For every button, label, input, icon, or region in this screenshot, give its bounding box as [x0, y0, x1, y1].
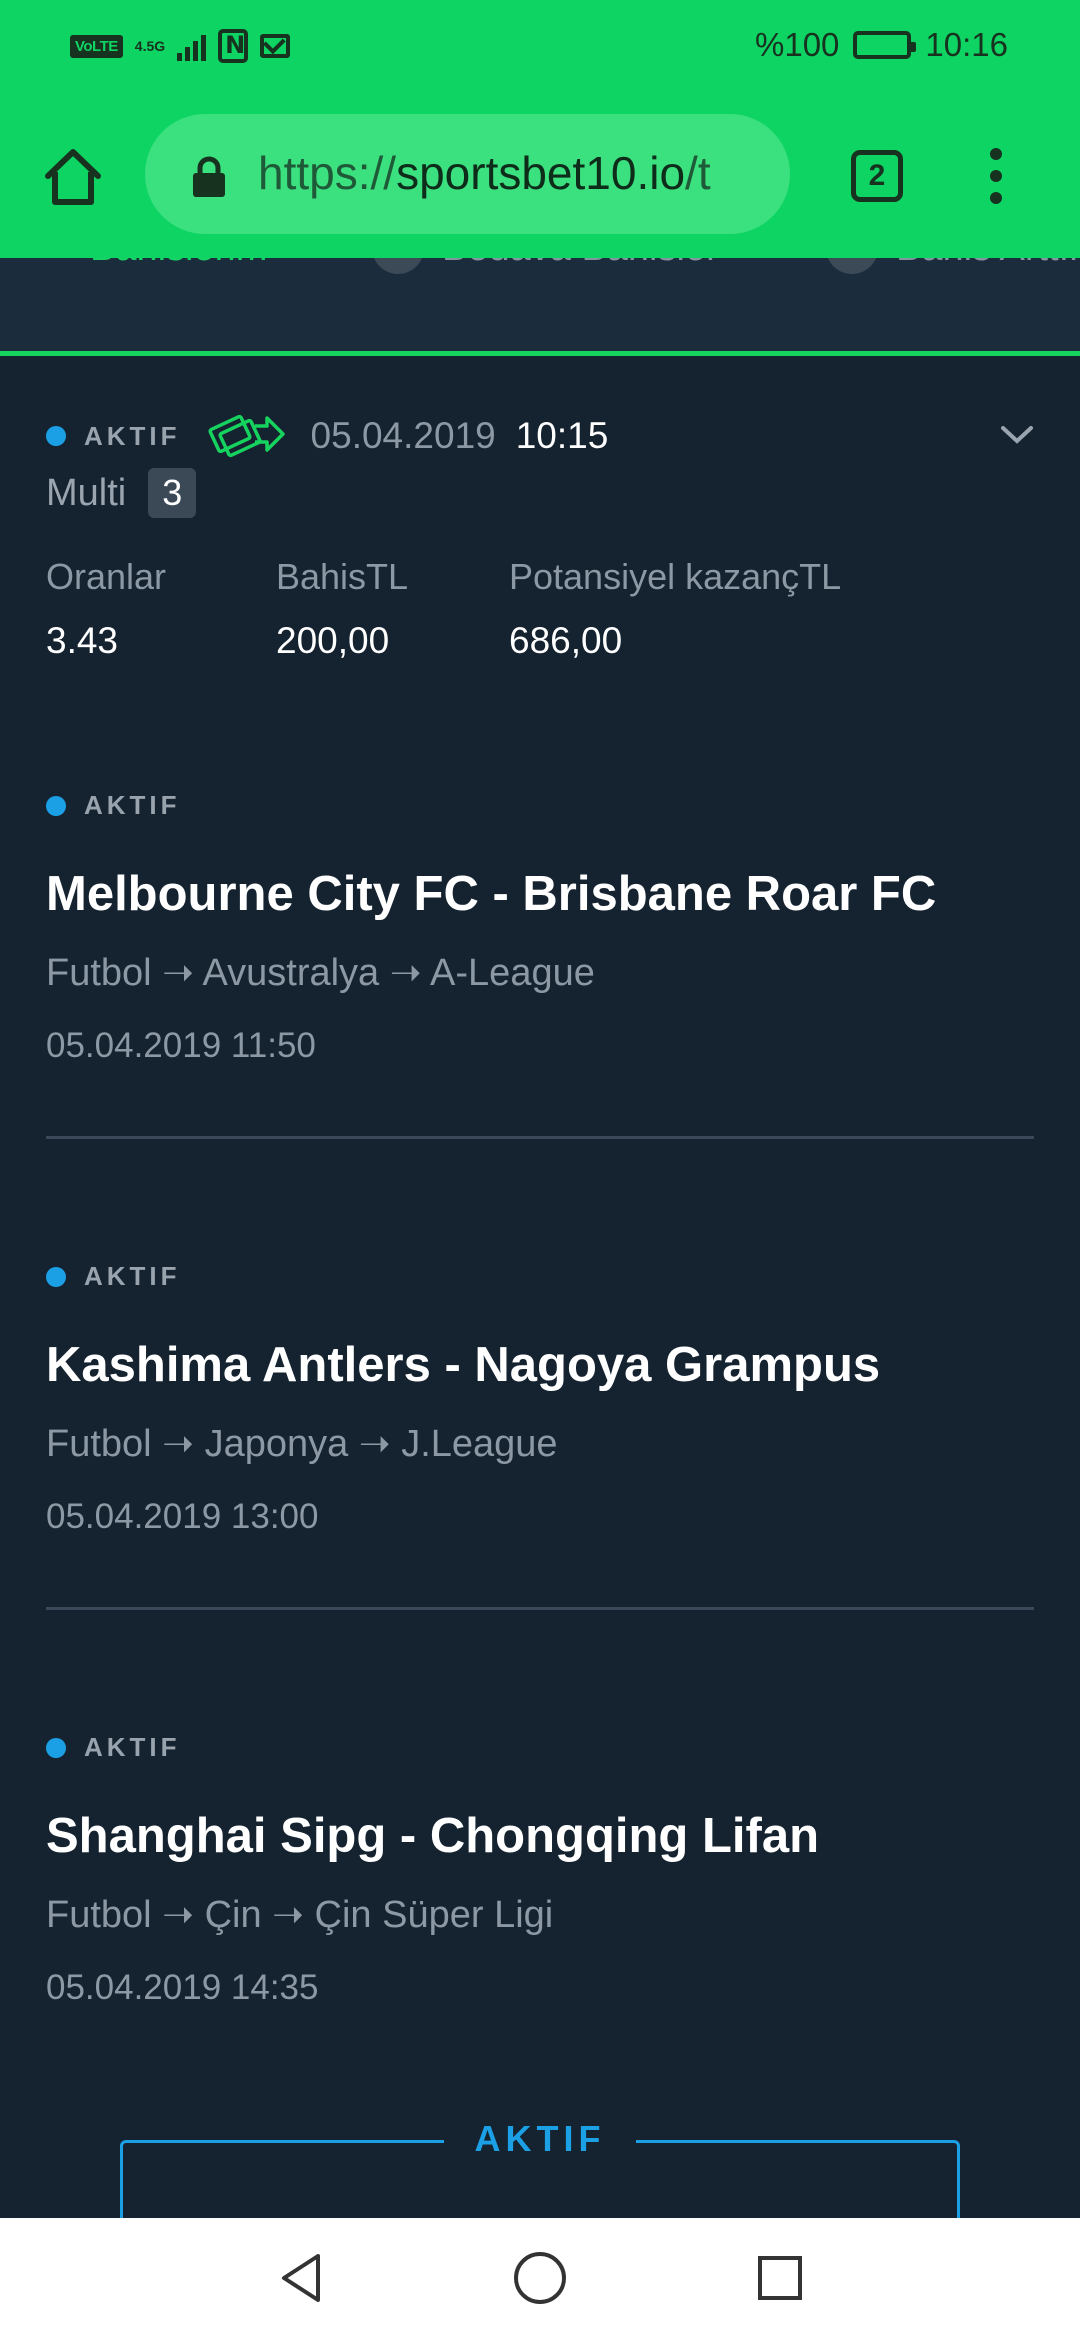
lock-icon: [193, 156, 225, 197]
status-label: AKTIF: [84, 1261, 181, 1291]
odds-stat: Oranlar 3.43: [46, 556, 166, 662]
potential-win-stat: Potansiyel kazançTL 686,00: [509, 556, 841, 662]
mail-icon: [260, 34, 291, 58]
url-path: /t: [685, 147, 711, 199]
match-date: 05.04.2019 13:00: [46, 1497, 319, 1536]
bet-type: Multi 3: [46, 468, 197, 518]
nfc-icon: [218, 29, 249, 63]
url-text[interactable]: https://sportsbet10.io/t: [258, 146, 778, 200]
match-title[interactable]: Shanghai Sipg - Chongqing Lifan: [46, 1808, 819, 1864]
clock: 10:16: [925, 26, 1008, 63]
potential-win-value: 686,00: [509, 620, 623, 661]
bet-type-label: Multi: [46, 471, 127, 514]
status-label: AKTIF: [84, 790, 181, 820]
stake-stat: BahisTL 200,00: [276, 556, 408, 662]
back-icon[interactable]: [270, 2248, 330, 2308]
volte-icon: VoLTE: [70, 34, 123, 58]
match-title[interactable]: Melbourne City FC - Brisbane Roar FC: [46, 866, 936, 922]
status-dot: [46, 426, 66, 446]
browser-chrome: VoLTE 4.5G %100 10:16 ht: [0, 0, 1080, 258]
status-dot: [46, 1266, 66, 1287]
match-league-path: Futbol ➝ Çin ➝ Çin Süper Ligi: [46, 1894, 554, 1936]
tab-count: 2: [868, 159, 886, 192]
more-vert-icon[interactable]: [984, 148, 1008, 204]
battery-icon: [853, 31, 917, 59]
url-host: sportsbet10.io: [396, 147, 686, 199]
network-type-label: 4.5G: [134, 38, 166, 54]
status-dot: [46, 1737, 66, 1758]
stake-label: BahisTL: [276, 556, 409, 597]
status-bar: VoLTE 4.5G %100 10:16: [0, 0, 1080, 90]
tab-switcher-button[interactable]: 2: [851, 150, 903, 202]
url-bar[interactable]: https://sportsbet10.io/t: [145, 114, 790, 234]
recents-icon[interactable]: [750, 2248, 810, 2308]
bet-status-panel-title: AKTIF: [444, 2118, 636, 2160]
home-circle-icon[interactable]: [510, 2248, 570, 2308]
network-type-icon: 4.5G: [134, 38, 166, 54]
match-date: 05.04.2019 11:50: [46, 1026, 316, 1065]
selection-count-badge: 3: [148, 468, 197, 518]
status-dot: [46, 795, 66, 816]
match-league-path: Futbol ➝ Japonya ➝ J.League: [46, 1423, 558, 1465]
browser-toolbar: https://sportsbet10.io/t 2: [0, 110, 1080, 240]
status-label: AKTIF: [84, 420, 181, 451]
match-status-row: AKTIF: [46, 790, 181, 821]
system-nav-bar: [0, 2218, 1080, 2340]
battery-percent: %100: [755, 26, 840, 63]
match-status-row: AKTIF: [46, 1261, 181, 1292]
potential-win-label: Potansiyel kazançTL: [509, 556, 842, 597]
signal-icon: [177, 31, 207, 61]
match-status-row: AKTIF: [46, 1732, 181, 1763]
bet-date: 05.04.2019: [310, 415, 496, 456]
divider: [46, 1136, 1034, 1139]
odds-value: 3.43: [46, 620, 119, 661]
chevron-down-icon[interactable]: [1000, 424, 1034, 446]
match-title[interactable]: Kashima Antlers - Nagoya Grampus: [46, 1337, 880, 1393]
odds-label: Oranlar: [46, 556, 167, 597]
status-bar-right: %100 10:16: [755, 22, 1008, 68]
divider: [46, 1607, 1034, 1610]
status-label: AKTIF: [84, 1732, 181, 1762]
url-scheme: https://: [258, 147, 397, 199]
status-bar-left: VoLTE 4.5G: [70, 26, 291, 66]
bet-time: 10:15: [515, 415, 609, 456]
match-date: 05.04.2019 14:35: [46, 1968, 319, 2007]
cashout-icon[interactable]: [207, 412, 285, 460]
match-league-path: Futbol ➝ Avustralya ➝ A-League: [46, 952, 595, 994]
stake-value: 200,00: [276, 620, 390, 661]
bet-status-row: AKTIF 05.04.2019 10:15: [46, 412, 608, 460]
home-icon[interactable]: [42, 146, 104, 208]
